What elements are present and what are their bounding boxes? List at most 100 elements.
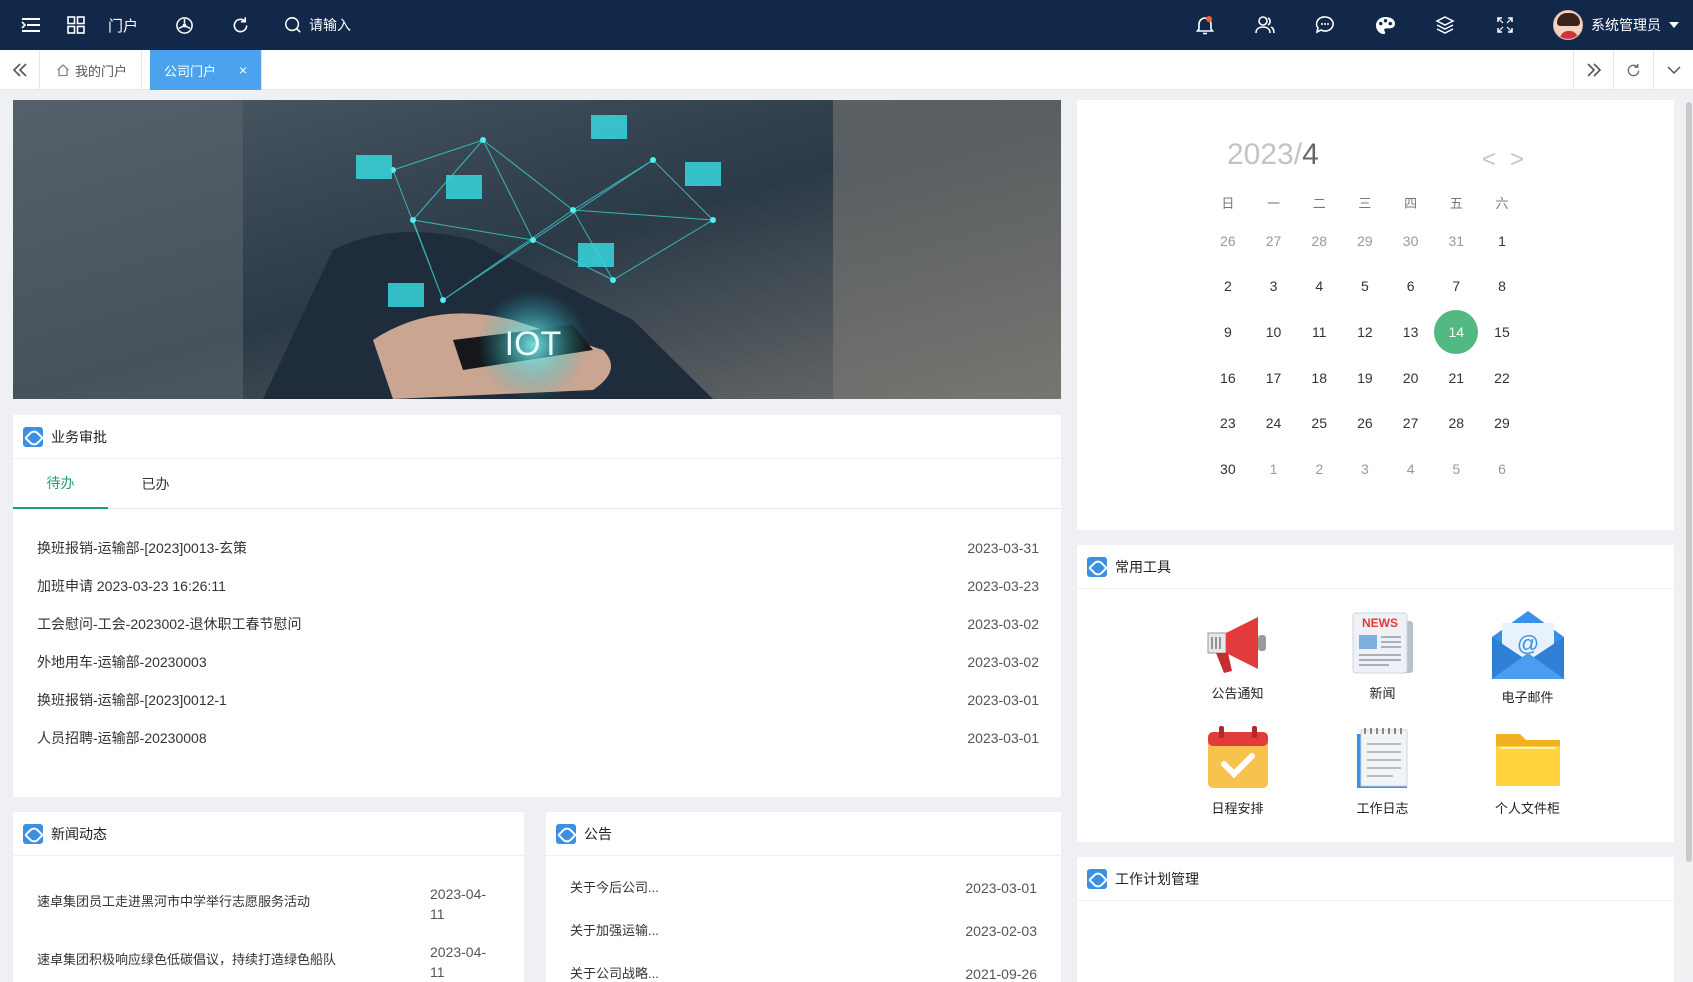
tab-done[interactable]: 已办 [108, 459, 203, 509]
calendar-day[interactable]: 18 [1296, 370, 1342, 386]
calendar-check-icon [1207, 726, 1268, 788]
fullscreen-icon[interactable] [1492, 0, 1518, 50]
banner-illustration: IOT [13, 100, 1061, 399]
calendar-day[interactable]: 12 [1342, 324, 1388, 340]
item-title: 关于今后公司... [570, 880, 659, 895]
notification-bell-icon[interactable] [1192, 0, 1218, 50]
tool-schedule[interactable]: 日程安排 [1165, 724, 1310, 817]
calendar-day[interactable]: 26 [1342, 415, 1388, 431]
calendar-day[interactable]: 27 [1388, 415, 1434, 431]
users-icon[interactable] [1252, 0, 1278, 50]
calendar-day[interactable]: 9 [1205, 324, 1251, 340]
calendar-day[interactable]: 3 [1342, 461, 1388, 477]
scroll-tabs-right-icon[interactable] [1573, 50, 1613, 90]
list-item[interactable]: 速卓集团员工走进黑河市中学举行志愿服务活动 2023-04-11 [13, 884, 524, 942]
calendar-day[interactable]: 20 [1388, 370, 1434, 386]
calendar-day[interactable]: 19 [1342, 370, 1388, 386]
calendar-day[interactable]: 17 [1251, 370, 1297, 386]
tab-dropdown-icon[interactable] [1653, 50, 1693, 90]
approval-list: 换班报销-运输部-[2023]0013-玄策 2023-03-31 加班申请 20… [13, 509, 1061, 757]
calendar-day[interactable]: 8 [1479, 278, 1525, 294]
steering-icon[interactable] [172, 0, 196, 50]
calendar-day[interactable]: 10 [1251, 324, 1297, 340]
list-item[interactable]: 外地用车-运输部-20230003 2023-03-02 [13, 643, 1061, 681]
calendar-day[interactable]: 15 [1479, 324, 1525, 340]
refresh-icon[interactable] [228, 0, 252, 50]
calendar-day[interactable]: 16 [1205, 370, 1251, 386]
weekday: 三 [1358, 195, 1372, 211]
calendar-day[interactable]: 28 [1296, 233, 1342, 249]
approval-header: 业务审批 [13, 415, 1061, 459]
calendar-day[interactable]: 6 [1388, 278, 1434, 294]
calendar-day[interactable]: 3 [1251, 278, 1297, 294]
list-item[interactable]: 关于今后公司... 2023-03-01 [546, 878, 1061, 921]
search-box[interactable]: 请输入 [284, 0, 351, 50]
calendar-day[interactable]: 7 [1433, 278, 1479, 294]
menu-toggle-icon[interactable] [16, 0, 46, 50]
calendar-day[interactable]: 2 [1296, 461, 1342, 477]
tab-close-icon[interactable]: × [239, 62, 247, 78]
weekday: 日 [1221, 195, 1235, 211]
calendar-day[interactable]: 4 [1388, 461, 1434, 477]
tool-work-log[interactable]: 工作日志 [1310, 724, 1455, 817]
list-item[interactable]: 关于公司战略... 2021-09-26 [546, 964, 1061, 982]
calendar-day[interactable]: 6 [1479, 461, 1525, 477]
list-item[interactable]: 速卓集团积极响应绿色低碳倡议，持续打造绿色船队 2023-04-11 [13, 942, 524, 982]
calendar-day[interactable]: 5 [1342, 278, 1388, 294]
calendar-day[interactable]: 26 [1205, 233, 1251, 249]
calendar-day[interactable]: 1 [1251, 461, 1297, 477]
next-month-button[interactable]: > [1510, 146, 1524, 174]
calendar-day[interactable]: 23 [1205, 415, 1251, 431]
calendar-day[interactable]: 31 [1433, 233, 1479, 249]
tab-pending[interactable]: 待办 [13, 459, 108, 509]
page-scrollbar[interactable] [1685, 100, 1693, 972]
newspaper-icon: NEWS [1352, 612, 1413, 674]
tool-email[interactable]: @ 电子邮件 [1455, 609, 1600, 706]
tool-news[interactable]: NEWS 新闻 [1310, 609, 1455, 706]
portal-menu[interactable]: 门户 [106, 0, 140, 50]
calendar-day[interactable]: 1 [1479, 233, 1525, 249]
search-input[interactable]: 请输入 [309, 15, 351, 35]
calendar-week: 30 1 2 3 4 5 6 [1205, 446, 1525, 492]
scrollbar-thumb[interactable] [1686, 102, 1692, 862]
prev-month-button[interactable]: < [1482, 146, 1496, 174]
list-item[interactable]: 人员招聘-运输部-20230008 2023-03-01 [13, 719, 1061, 757]
calendar-day[interactable]: 28 [1433, 415, 1479, 431]
reload-tab-icon[interactable] [1613, 50, 1653, 90]
scroll-tabs-left-icon[interactable] [0, 50, 40, 90]
calendar-day[interactable]: 29 [1479, 415, 1525, 431]
calendar-day[interactable]: 4 [1296, 278, 1342, 294]
apps-grid-icon[interactable] [64, 0, 88, 50]
calendar-day[interactable]: 29 [1342, 233, 1388, 249]
tab-my-portal[interactable]: 我的门户 [42, 50, 143, 90]
list-item[interactable]: 换班报销-运输部-[2023]0013-玄策 2023-03-31 [13, 529, 1061, 567]
theme-palette-icon[interactable] [1372, 0, 1398, 50]
news-title: 新闻动态 [51, 825, 107, 842]
list-item[interactable]: 关于加强运输... 2023-02-03 [546, 921, 1061, 964]
item-date: 2023-03-01 [967, 730, 1039, 746]
calendar-nav: < > [1482, 146, 1524, 174]
calendar-day-today[interactable]: 14 [1434, 309, 1479, 354]
tool-announcement[interactable]: 公告通知 [1165, 609, 1310, 706]
tag-icon [23, 426, 43, 447]
user-menu[interactable]: 系统管理员 [1553, 0, 1679, 50]
item-title: 关于公司战略... [570, 966, 659, 981]
calendar-day[interactable]: 27 [1251, 233, 1297, 249]
calendar-day[interactable]: 11 [1296, 324, 1342, 340]
tab-company-portal[interactable]: 公司门户 × [150, 50, 263, 90]
calendar-day[interactable]: 13 [1388, 324, 1434, 340]
calendar-day[interactable]: 22 [1479, 370, 1525, 386]
layers-icon[interactable] [1432, 0, 1458, 50]
calendar-day[interactable]: 24 [1251, 415, 1297, 431]
list-item[interactable]: 换班报销-运输部-[2023]0012-1 2023-03-01 [13, 681, 1061, 719]
calendar-day[interactable]: 21 [1433, 370, 1479, 386]
calendar-day[interactable]: 30 [1205, 461, 1251, 477]
calendar-day[interactable]: 25 [1296, 415, 1342, 431]
list-item[interactable]: 工会慰问-工会-2023002-退休职工春节慰问 2023-03-02 [13, 605, 1061, 643]
calendar-day[interactable]: 30 [1388, 233, 1434, 249]
calendar-day[interactable]: 2 [1205, 278, 1251, 294]
tool-file-cabinet[interactable]: 个人文件柜 [1455, 724, 1600, 817]
calendar-day[interactable]: 5 [1433, 461, 1479, 477]
chat-icon[interactable] [1312, 0, 1338, 50]
list-item[interactable]: 加班申请 2023-03-23 16:26:11 2023-03-23 [13, 567, 1061, 605]
